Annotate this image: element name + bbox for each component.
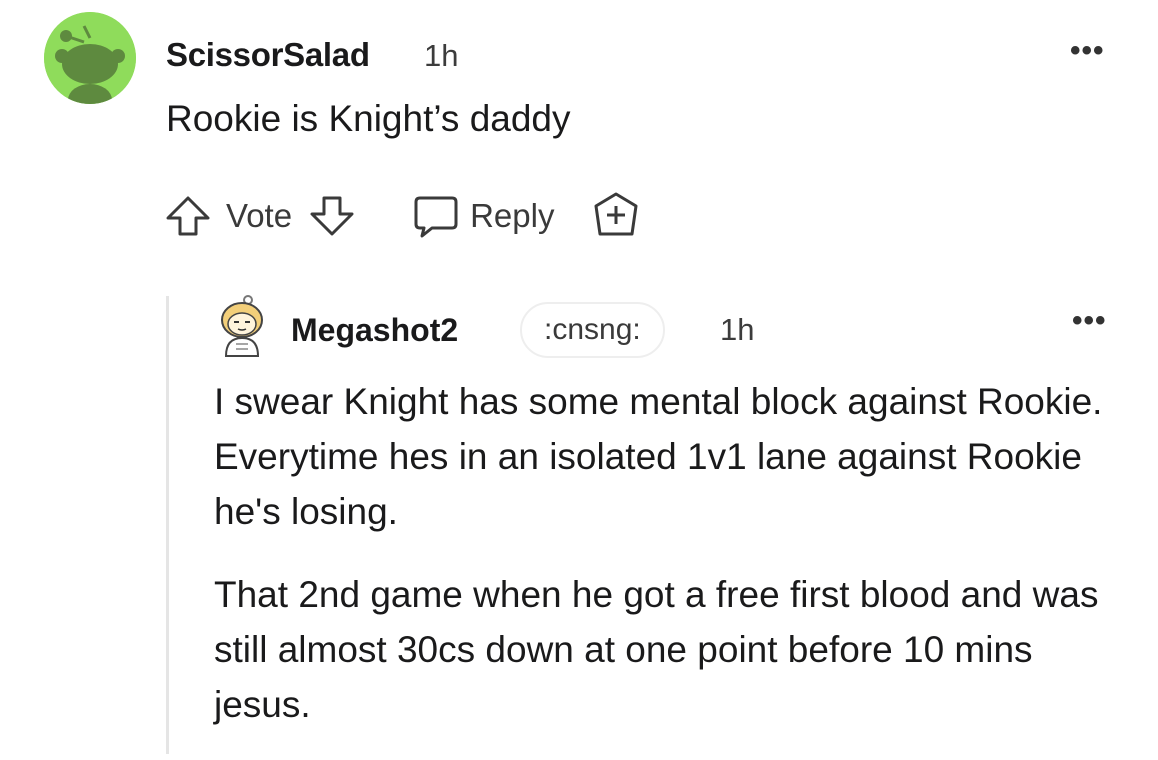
thread-line[interactable]	[166, 296, 169, 754]
vote-label: Vote	[226, 197, 293, 234]
reply-timestamp: 1h	[720, 312, 755, 347]
reply-body: I swear Knight has some mental block aga…	[214, 374, 1114, 760]
award-plus-icon[interactable]	[588, 188, 644, 244]
comment-username[interactable]: ScissorSalad	[166, 36, 370, 74]
more-options-icon[interactable]: •••	[1072, 304, 1107, 338]
user-flair: :cnsng:	[520, 302, 665, 358]
reply-paragraph: That 2nd game when he got a free first b…	[214, 574, 1099, 725]
reply-paragraph: I swear Knight has some mental block aga…	[214, 381, 1103, 532]
upvote-arrow-icon[interactable]	[162, 190, 214, 242]
speech-bubble-icon	[410, 190, 462, 242]
reply-avatar[interactable]	[216, 294, 268, 358]
reply-label: Reply	[470, 197, 555, 234]
downvote-arrow-icon[interactable]	[306, 190, 358, 242]
comment-timestamp: 1h	[424, 38, 459, 73]
more-options-icon[interactable]: •••	[1070, 34, 1105, 68]
comment-action-bar: Vote Reply	[162, 188, 644, 244]
user-avatar[interactable]	[44, 12, 136, 104]
reply-username[interactable]: Megashot2	[291, 312, 458, 349]
cartoon-avatar-icon	[221, 295, 263, 357]
reply-button[interactable]: Reply	[410, 190, 554, 242]
snoo-avatar-icon	[44, 12, 136, 104]
comment-body: Rookie is Knight’s daddy	[166, 98, 571, 139]
